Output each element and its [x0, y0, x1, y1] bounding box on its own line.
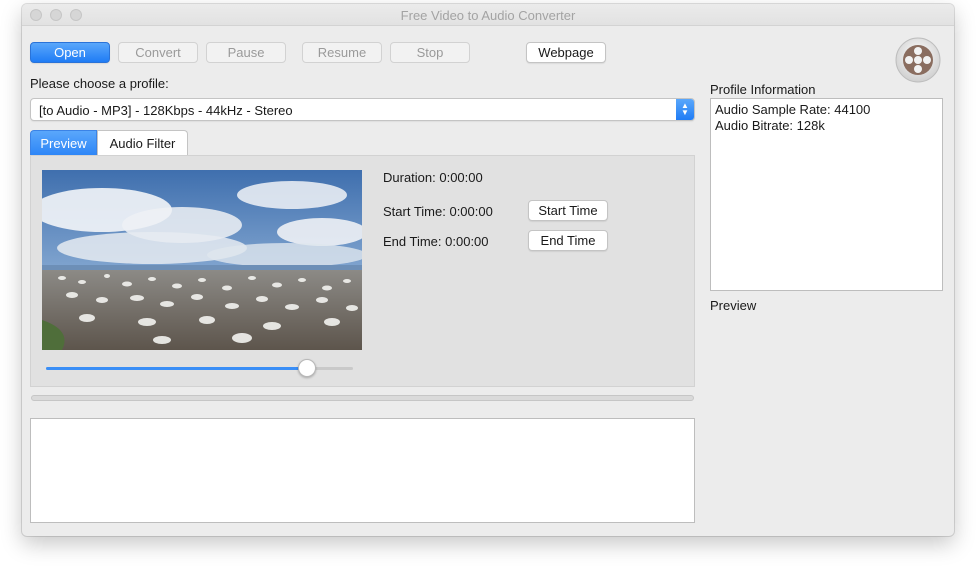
pause-button[interactable]: Pause	[206, 42, 286, 63]
profile-selected-value: [to Audio - MP3] - 128Kbps - 44kHz - Ste…	[39, 103, 293, 118]
profile-label: Please choose a profile:	[30, 76, 169, 91]
webpage-button[interactable]: Webpage	[526, 42, 606, 63]
preview-panel: Duration: 0:00:00 Start Time: 0:00:00 En…	[30, 155, 695, 387]
log-output-area[interactable]	[30, 418, 695, 523]
profile-select[interactable]: [to Audio - MP3] - 128Kbps - 44kHz - Ste…	[30, 98, 695, 121]
title-bar: Free Video to Audio Converter	[22, 4, 954, 26]
video-preview-image	[42, 170, 362, 350]
convert-button[interactable]: Convert	[118, 42, 198, 63]
stop-button[interactable]: Stop	[390, 42, 470, 63]
tab-preview[interactable]: Preview	[30, 130, 97, 155]
end-time-button[interactable]: End Time	[528, 230, 608, 251]
start-time-button[interactable]: Start Time	[528, 200, 608, 221]
open-button[interactable]: Open	[30, 42, 110, 63]
app-window: Free Video to Audio Converter Open Conve…	[22, 4, 954, 536]
profile-info-title: Profile Information	[710, 82, 816, 97]
duration-label: Duration: 0:00:00	[383, 170, 483, 185]
film-reel-icon	[895, 37, 941, 83]
preview-slider-knob[interactable]	[297, 359, 316, 377]
profile-info-box: Audio Sample Rate: 44100 Audio Bitrate: …	[710, 98, 943, 291]
up-down-chevron-icon[interactable]: ▲ ▼	[676, 99, 694, 120]
resume-button[interactable]: Resume	[302, 42, 382, 63]
sample-rate-line: Audio Sample Rate: 44100	[715, 102, 871, 117]
profile-preview-label: Preview	[710, 298, 757, 313]
window-title: Free Video to Audio Converter	[400, 8, 576, 23]
tab-audio-filter[interactable]: Audio Filter	[97, 130, 188, 155]
conversion-progress-bar	[31, 395, 694, 401]
start-time-label: Start Time: 0:00:00	[383, 204, 493, 219]
end-time-label: End Time: 0:00:00	[383, 234, 489, 249]
preview-slider-fill	[46, 367, 307, 370]
bitrate-line: Audio Bitrate: 128k	[715, 118, 825, 133]
